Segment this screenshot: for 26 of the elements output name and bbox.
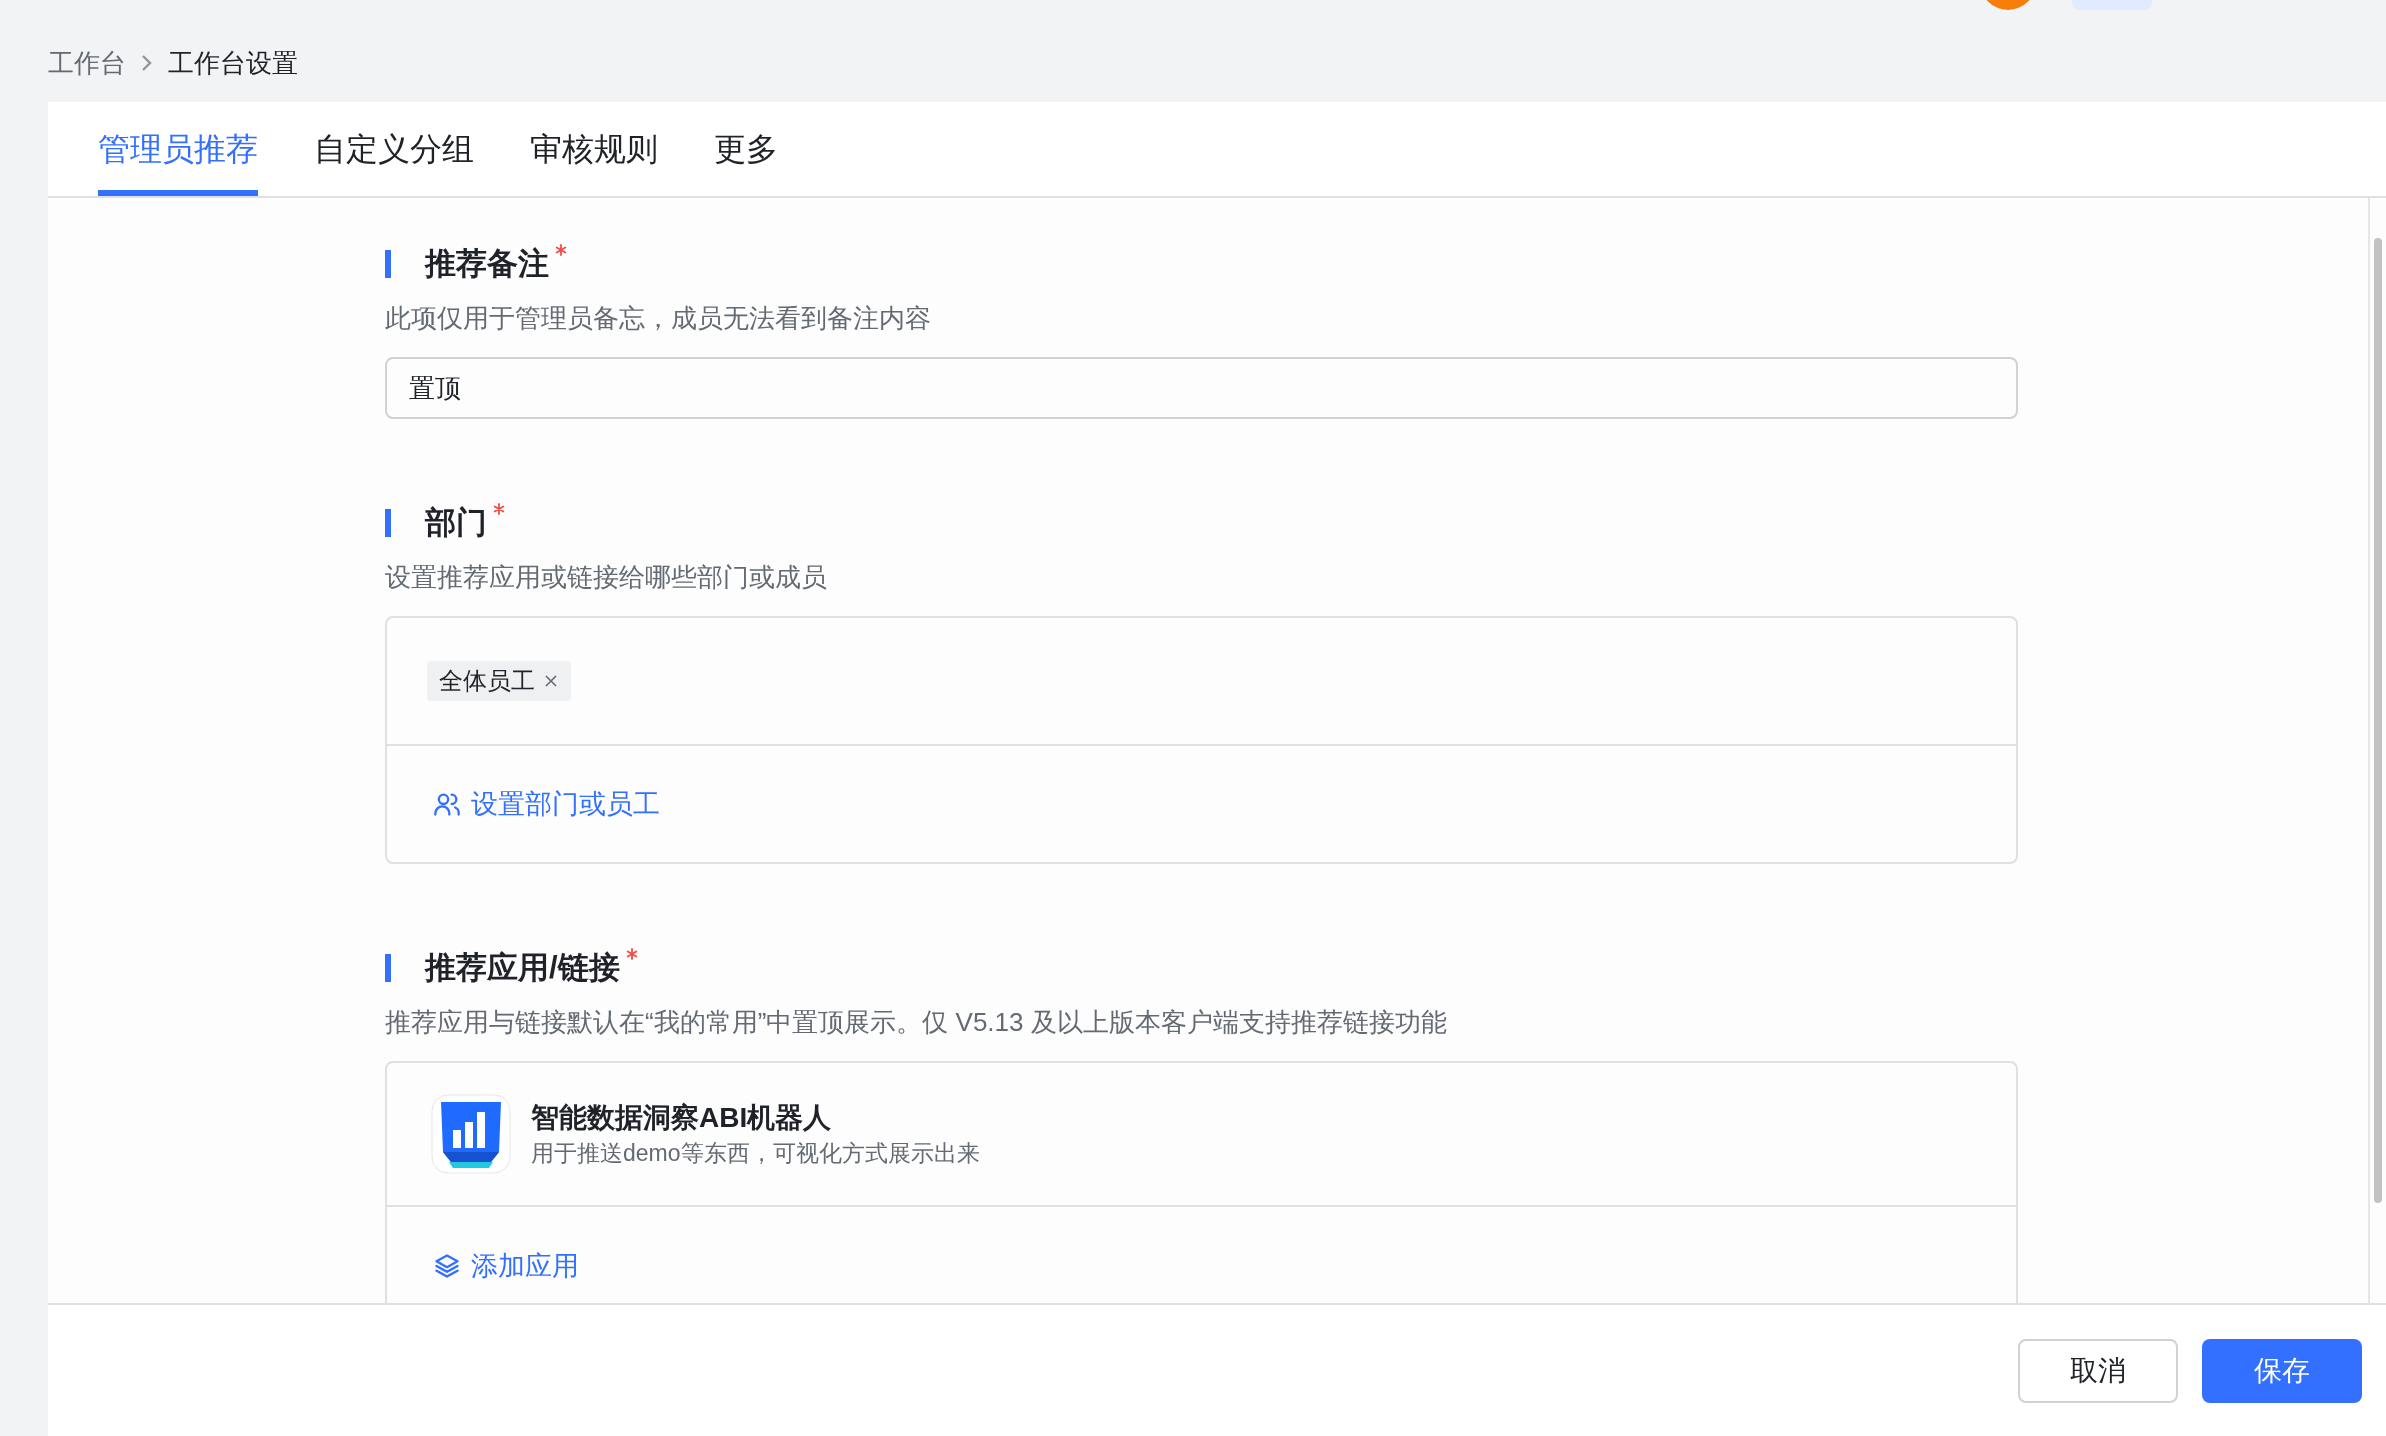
save-button[interactable]: 保存 xyxy=(2202,1338,2362,1403)
tab[interactable]: 审核规则 xyxy=(530,102,658,196)
section-marker xyxy=(385,249,391,278)
breadcrumb-item: 工作台设置 xyxy=(168,46,298,80)
section-title: 推荐备注 xyxy=(425,248,549,279)
section-marker xyxy=(385,953,391,982)
section-description: 此项仅用于管理员备忘，成员无法看到备注内容 xyxy=(385,305,932,331)
add-app-link[interactable]: 添加应用 xyxy=(433,1245,579,1287)
section-marker xyxy=(385,508,391,537)
app-description: 用于推送demo等东西，可视化方式展示出来 xyxy=(531,1141,980,1165)
close-icon[interactable] xyxy=(543,673,559,689)
tab[interactable]: 自定义分组 xyxy=(314,102,474,196)
cancel-button[interactable]: 取消 xyxy=(2018,1338,2178,1403)
app-name: 智能数据洞察ABI机器人 xyxy=(531,1103,833,1132)
breadcrumb-item[interactable]: 工作台 xyxy=(48,43,126,83)
tag-label: 全体员工 xyxy=(439,666,535,696)
section-description: 设置推荐应用或链接给哪些部门或成员 xyxy=(385,564,828,590)
text-input-field[interactable]: 置顶 xyxy=(385,357,2018,419)
section-title: 部门 xyxy=(425,507,487,538)
section-description: 推荐应用与链接默认在“我的常用”中置顶展示。仅 V5.13 及以上版本客户端支持推荐链接功能 xyxy=(385,1009,1448,1035)
layers-icon xyxy=(433,1252,461,1280)
section-title: 推荐应用/链接 xyxy=(425,952,620,983)
set-members-link[interactable]: 设置部门或员工 xyxy=(433,783,660,825)
tab[interactable]: 更多 xyxy=(714,102,778,196)
chevron-right-icon xyxy=(140,53,154,73)
bar-chart-app-icon xyxy=(431,1094,511,1174)
